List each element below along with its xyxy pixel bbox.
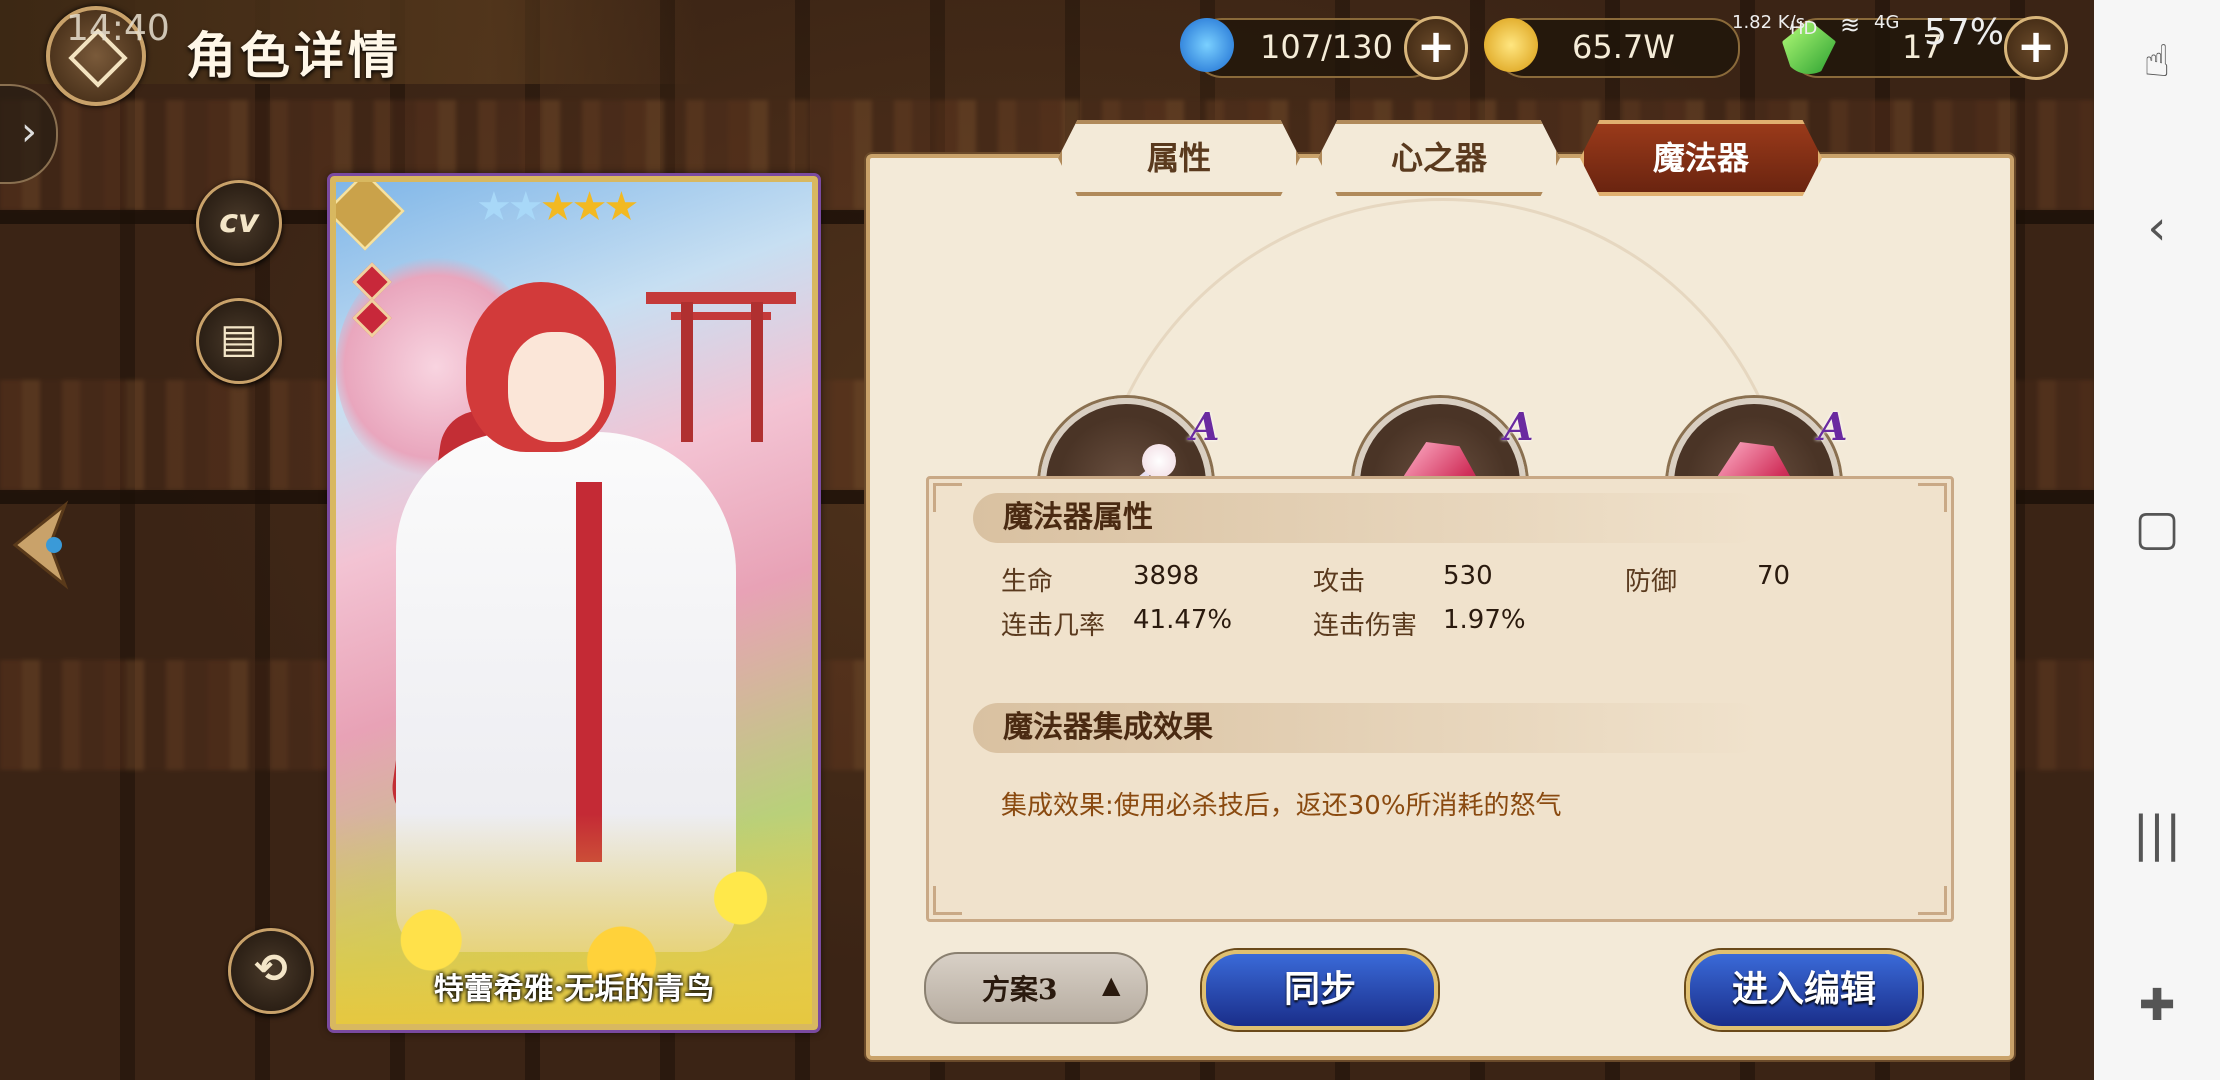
stat-value-defense: 70 (1757, 561, 1791, 591)
character-face-art (508, 332, 604, 442)
corner-ornament (1918, 483, 1947, 512)
stat-value-combo-rate: 41.47% (1133, 605, 1233, 635)
game-screen: 14:40 角色详情 107/130 + 65.7W 17 1.82 K/s H… (0, 0, 2094, 1080)
set-effect-text: 集成效果:使用必杀技后，返还30%所消耗的怒气 (1001, 791, 1562, 821)
character-name: 特蕾希雅·无垢的青鸟 (433, 972, 715, 1007)
stat-value-hp: 3898 (1133, 561, 1200, 591)
tab-heart-device[interactable]: 心之器 (1318, 120, 1560, 196)
plan-selector[interactable]: 方案3 ▲ (924, 952, 1148, 1024)
cv-icon: cv (219, 202, 259, 240)
rotate-card-icon: ⟲ (254, 946, 288, 992)
character-card[interactable]: ★★★★★ 特蕾希雅·无垢的青鸟 (330, 176, 818, 1030)
grade-badge: A (1504, 404, 1534, 449)
previous-character-button[interactable] (10, 500, 70, 590)
corner-ornament (933, 886, 962, 915)
cv-voice-button[interactable]: cv (196, 180, 282, 266)
page-title: 角色详情 (186, 26, 402, 85)
stat-value-attack: 530 (1443, 561, 1493, 591)
left-arrow-icon (12, 500, 69, 590)
set-effect-title: 魔法器集成效果 (973, 703, 1763, 753)
stat-label-defense: 防御 (1625, 567, 1678, 597)
grade-badge: A (1818, 404, 1848, 449)
caret-up-icon: ▲ (1102, 970, 1121, 999)
hd-indicator: HD (1790, 18, 1818, 39)
status-clock: 14:40 (66, 8, 170, 49)
flower-icon (1142, 444, 1176, 478)
corner-ornament (1918, 886, 1947, 915)
star-icon: ★ (507, 184, 544, 230)
artifact-stats-box: 魔法器属性 生命 3898 攻击 530 防御 70 连击几率 41.47% 连… (926, 476, 1954, 922)
stat-label-combo-damage: 连击伤害 (1313, 611, 1418, 641)
stat-label-combo-rate: 连击几率 (1001, 611, 1106, 641)
tab-magic-device[interactable]: 魔法器 (1580, 120, 1822, 196)
star-icon: ★ (476, 184, 512, 230)
stamina-icon (1180, 18, 1234, 72)
artifact-stats-title: 魔法器属性 (973, 493, 1763, 543)
gold-coin-icon (1484, 18, 1538, 72)
star-icon: ★ (571, 184, 608, 230)
detail-panel: A ★★★★★ A ★★★★★ A ★★★★★ 魔法器属性 生命 3898 攻击… (866, 154, 2014, 1060)
torii-art (681, 302, 693, 442)
battery-level: 57% (1924, 12, 2005, 53)
system-nav-bar: ☝ ‹ ▢ ||| ✚ (2094, 0, 2220, 1080)
grade-badge: A (1190, 404, 1220, 449)
edit-button[interactable]: 进入编辑 (1686, 950, 1922, 1030)
star-icon: ★ (539, 184, 576, 230)
back-nav-icon[interactable]: ‹ (2094, 200, 2220, 256)
stamina-value: 107/130 (1260, 28, 1393, 66)
sync-button[interactable]: 同步 (1202, 950, 1438, 1030)
recents-nav-icon[interactable]: ||| (2094, 806, 2220, 862)
chevron-right-icon: › (21, 109, 37, 155)
stat-label-attack: 攻击 (1313, 567, 1366, 597)
add-gem-button[interactable]: + (2004, 16, 2068, 80)
add-stamina-button[interactable]: + (1404, 16, 1468, 80)
flip-card-button[interactable]: ⟲ (228, 928, 314, 1014)
stat-label-hp: 生命 (1001, 567, 1054, 597)
touch-lock-icon[interactable]: ☝ (2094, 36, 2220, 87)
character-sash-art (576, 482, 602, 862)
home-nav-icon[interactable]: ▢ (2094, 500, 2220, 556)
stat-value-combo-damage: 1.97% (1443, 605, 1526, 635)
gold-value: 65.7W (1572, 28, 1675, 66)
torii-art (751, 302, 763, 442)
corner-ornament (933, 483, 962, 512)
story-book-button[interactable]: ▤ (196, 298, 282, 384)
card-star-rating: ★★★★★ (476, 184, 639, 230)
star-icon: ★ (603, 184, 639, 230)
wifi-icon: ≋ (1840, 11, 1861, 39)
plan-label: 方案3 (982, 973, 1058, 1006)
game-tools-icon[interactable]: ✚ (2094, 980, 2220, 1031)
torii-art (646, 292, 796, 304)
network-type: 4G (1874, 12, 1900, 33)
tab-attributes[interactable]: 属性 (1058, 120, 1300, 196)
book-icon: ▤ (220, 316, 258, 362)
rarity-badge-icon (336, 182, 405, 251)
